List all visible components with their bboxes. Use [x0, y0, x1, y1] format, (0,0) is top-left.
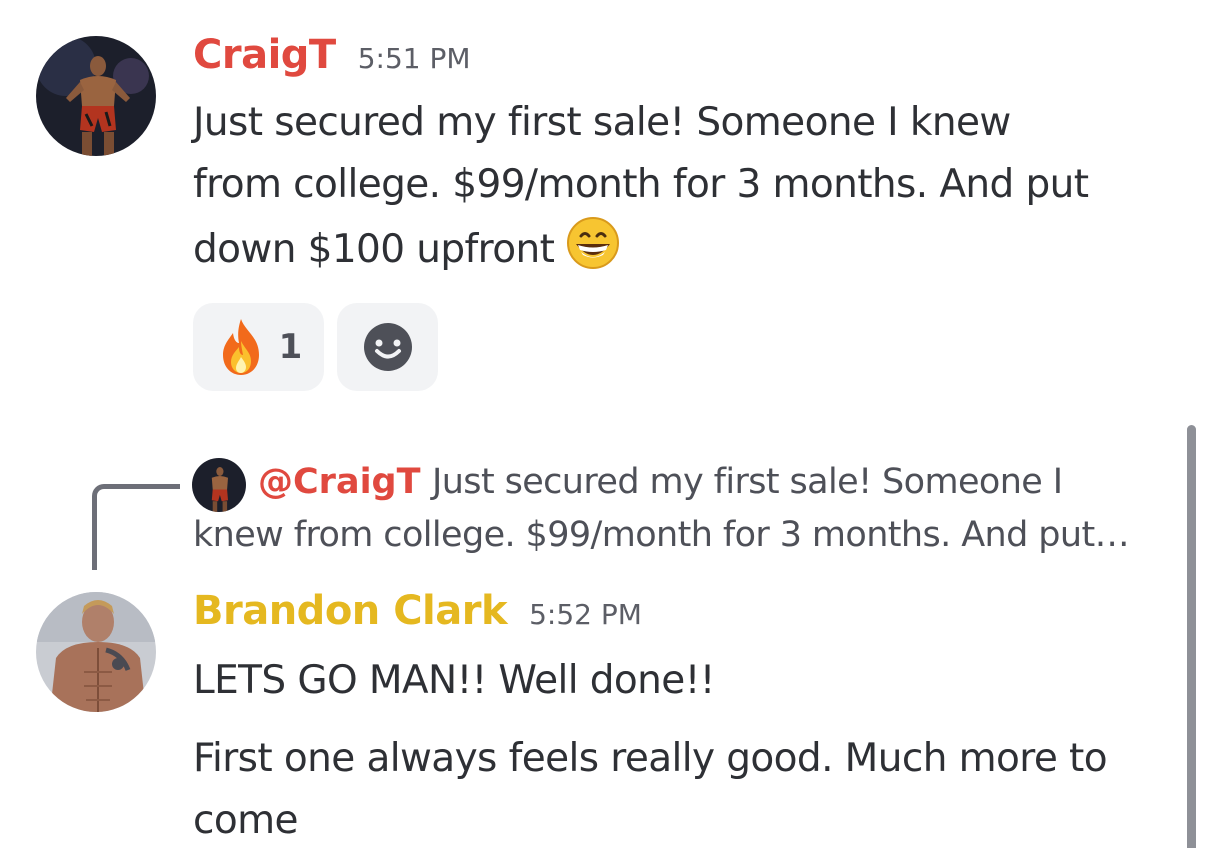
brandon-avatar[interactable] [36, 592, 156, 712]
chat-message-list: CraigT 5:51 PM Just secured my first sal… [0, 0, 1206, 848]
message-line: LETS GO MAN!! Well done!! [193, 658, 715, 703]
message-body: First one always feels really good. Much… [193, 728, 1108, 848]
message-header: CraigT 5:51 PM [193, 32, 471, 78]
reply-author-avatar [192, 458, 246, 512]
timestamp: 5:51 PM [357, 42, 471, 75]
reaction-fire[interactable]: 1 [193, 303, 324, 391]
message-line: come [193, 798, 298, 843]
timestamp: 5:52 PM [529, 598, 642, 631]
craig-avatar[interactable] [36, 36, 156, 156]
message-line: Just secured my first sale! Someone I kn… [193, 100, 1011, 145]
message-line: from college. $99/month for 3 months. An… [193, 162, 1089, 207]
reply-snippet[interactable]: knew from college. $99/month for 3 month… [193, 515, 1130, 555]
scrollbar[interactable] [1187, 425, 1196, 848]
add-reaction-button[interactable] [337, 303, 438, 391]
message-line-text: down $100 upfront [193, 227, 555, 272]
username[interactable]: CraigT [193, 32, 336, 78]
fire-icon [222, 319, 259, 375]
message-line: down $100 upfront [193, 216, 1088, 281]
message-body: Just secured my first sale! Someone I kn… [193, 92, 1089, 281]
message-body: LETS GO MAN!! Well done!! [193, 650, 715, 712]
grinning-face-emoji-icon [567, 217, 620, 269]
reply-mention[interactable]: @CraigT [258, 462, 421, 502]
reply-connector-line [92, 484, 180, 570]
reply-snippet[interactable]: Just secured my first sale! Someone I [432, 462, 1063, 502]
message-line: First one always feels really good. Much… [193, 736, 1108, 781]
message-header: Brandon Clark 5:52 PM [193, 588, 642, 634]
reaction-count: 1 [278, 327, 303, 367]
username[interactable]: Brandon Clark [193, 588, 508, 634]
add-reaction-smiley-icon [363, 323, 412, 371]
